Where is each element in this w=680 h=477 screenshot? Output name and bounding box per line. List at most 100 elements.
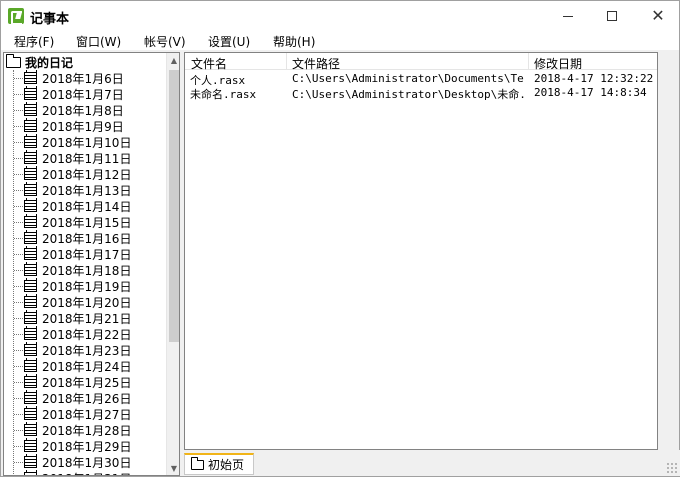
tree-item-label: 2018年1月8日: [42, 103, 124, 118]
folder-icon: [191, 456, 204, 470]
tree-item-diary-entry[interactable]: 2018年1月12日: [4, 166, 164, 182]
column-header-path[interactable]: 文件路径: [292, 55, 340, 72]
tree-item-diary-entry[interactable]: 2018年1月11日: [4, 150, 164, 166]
notebook-icon: [24, 342, 37, 356]
tree-item-diary-entry[interactable]: 2018年1月7日: [4, 86, 164, 102]
notebook-icon: [24, 166, 37, 180]
tree-item-diary-entry[interactable]: 2018年1月10日: [4, 134, 164, 150]
notebook-icon: [24, 262, 37, 276]
notebook-icon: [24, 134, 37, 148]
tree-item-label: 2018年1月19日: [42, 279, 132, 294]
notebook-icon: [24, 454, 37, 468]
notebook-icon: [24, 422, 37, 436]
table-row[interactable]: 个人.rasx C:\Users\Administrator\Documents…: [185, 72, 657, 87]
table-row[interactable]: 未命名.rasx C:\Users\Administrator\Desktop\…: [185, 86, 657, 101]
column-header-name[interactable]: 文件名: [191, 55, 227, 72]
tree-item-label: 2018年1月26日: [42, 391, 132, 406]
main-area: 我的日记 2018年1月6日 2018年1月7日 2018年1月8日 2018年1月9…: [0, 50, 680, 477]
tree-item-diary-entry[interactable]: 2018年1月18日: [4, 262, 164, 278]
close-button[interactable]: ✕: [635, 1, 680, 31]
file-path-cell: C:\Users\Administrator\Documents\Te...: [292, 72, 524, 85]
tree-item-diary-entry[interactable]: 2018年1月21日: [4, 310, 164, 326]
notebook-icon: [24, 390, 37, 404]
tree-item-label: 2018年1月17日: [42, 247, 132, 262]
menu-bar: 程序(F) 窗口(W) 帐号(V) 设置(U) 帮助(H): [0, 30, 680, 50]
notebook-icon: [24, 182, 37, 196]
tree-item-label: 2018年1月10日: [42, 135, 132, 150]
tree-item-diary-entry[interactable]: 2018年1月27日: [4, 406, 164, 422]
notebook-icon: [24, 214, 37, 228]
tree-root-label: 我的日记: [25, 55, 74, 70]
tab-strip: 初始页: [184, 450, 680, 476]
column-divider[interactable]: [657, 53, 658, 70]
tree-item-diary-entry[interactable]: 2018年1月25日: [4, 374, 164, 390]
minimize-button[interactable]: [545, 1, 591, 31]
notebook-icon: [24, 406, 37, 420]
tree-item-label: 2018年1月27日: [42, 407, 132, 422]
tree-item-diary-entry[interactable]: 2018年1月17日: [4, 246, 164, 262]
menu-program[interactable]: 程序(F): [14, 33, 54, 50]
tree-item-diary-entry[interactable]: 2018年1月23日: [4, 342, 164, 358]
folder-open-icon: [6, 53, 21, 68]
tree-item-diary-entry[interactable]: 2018年1月15日: [4, 214, 164, 230]
tree-item-label: 2018年1月20日: [42, 295, 132, 310]
menu-account[interactable]: 帐号(V): [144, 33, 186, 50]
tree-item-diary-entry[interactable]: 2018年1月16日: [4, 230, 164, 246]
file-list: 文件名 文件路径 修改日期 个人.rasx C:\Users\Administr…: [184, 52, 658, 450]
tree-item-diary-entry[interactable]: 2018年1月26日: [4, 390, 164, 406]
menu-settings[interactable]: 设置(U): [208, 33, 250, 50]
tree-item-diary-entry[interactable]: 2018年1月19日: [4, 278, 164, 294]
file-path-cell: C:\Users\Administrator\Desktop\未命...: [292, 88, 524, 101]
notebook-icon: [24, 70, 37, 84]
tree-root-node[interactable]: 我的日记: [6, 53, 74, 70]
tree-item-diary-entry[interactable]: 2018年1月31日: [4, 470, 164, 476]
resize-grip-icon[interactable]: [666, 462, 678, 474]
tree-item-diary-entry[interactable]: 2018年1月30日: [4, 454, 164, 470]
minimize-icon: [563, 15, 573, 17]
notebook-icon: [24, 310, 37, 324]
tree-item-diary-entry[interactable]: 2018年1月22日: [4, 326, 164, 342]
tree-item-label: 2018年1月16日: [42, 231, 132, 246]
tree-item-label: 2018年1月22日: [42, 327, 132, 342]
notebook-icon: [24, 150, 37, 164]
file-date-cell: 2018-4-17 12:32:22: [534, 72, 654, 85]
tree-item-diary-entry[interactable]: 2018年1月28日: [4, 422, 164, 438]
tree-items: 2018年1月6日 2018年1月7日 2018年1月8日 2018年1月9日 2018…: [4, 70, 164, 476]
tree-item-label: 2018年1月14日: [42, 199, 132, 214]
tree-item-diary-entry[interactable]: 2018年1月14日: [4, 198, 164, 214]
tree-item-diary-entry[interactable]: 2018年1月8日: [4, 102, 164, 118]
tree-item-diary-entry[interactable]: 2018年1月9日: [4, 118, 164, 134]
tree-item-label: 2018年1月31日: [42, 470, 131, 476]
notebook-icon: [24, 358, 37, 372]
tree-item-label: 2018年1月30日: [42, 455, 132, 470]
column-divider[interactable]: [528, 53, 529, 70]
title-bar: 记事本 ✕: [0, 0, 680, 30]
tree-scrollbar[interactable]: ▲ ▼: [166, 53, 179, 475]
scroll-down-icon[interactable]: ▼: [167, 461, 179, 475]
tree-item-label: 2018年1月28日: [42, 423, 132, 438]
menu-window[interactable]: 窗口(W): [76, 33, 121, 50]
notebook-icon: [24, 374, 37, 388]
tab-start-page[interactable]: 初始页: [184, 453, 254, 475]
tree-item-label: 2018年1月23日: [42, 343, 132, 358]
tree-item-diary-entry[interactable]: 2018年1月24日: [4, 358, 164, 374]
tree-item-diary-entry[interactable]: 2018年1月20日: [4, 294, 164, 310]
maximize-icon: [607, 11, 617, 21]
notebook-icon: [24, 278, 37, 292]
scroll-thumb[interactable]: [169, 70, 179, 342]
tree-item-diary-entry[interactable]: 2018年1月13日: [4, 182, 164, 198]
maximize-button[interactable]: [589, 1, 635, 31]
notebook-icon: [24, 230, 37, 244]
tree-item-diary-entry[interactable]: 2018年1月29日: [4, 438, 164, 454]
tree-item-label: 2018年1月7日: [42, 87, 124, 102]
column-header-date[interactable]: 修改日期: [534, 55, 582, 72]
column-divider[interactable]: [286, 53, 287, 70]
notebook-icon: [24, 470, 37, 475]
tree-item-label: 2018年1月12日: [42, 167, 132, 182]
scroll-up-icon[interactable]: ▲: [167, 53, 179, 67]
tree-item-label: 2018年1月9日: [42, 119, 124, 134]
menu-help[interactable]: 帮助(H): [273, 33, 315, 50]
notebook-icon: [24, 294, 37, 308]
notebook-icon: [24, 86, 37, 100]
tree-item-diary-entry[interactable]: 2018年1月6日: [4, 70, 164, 86]
